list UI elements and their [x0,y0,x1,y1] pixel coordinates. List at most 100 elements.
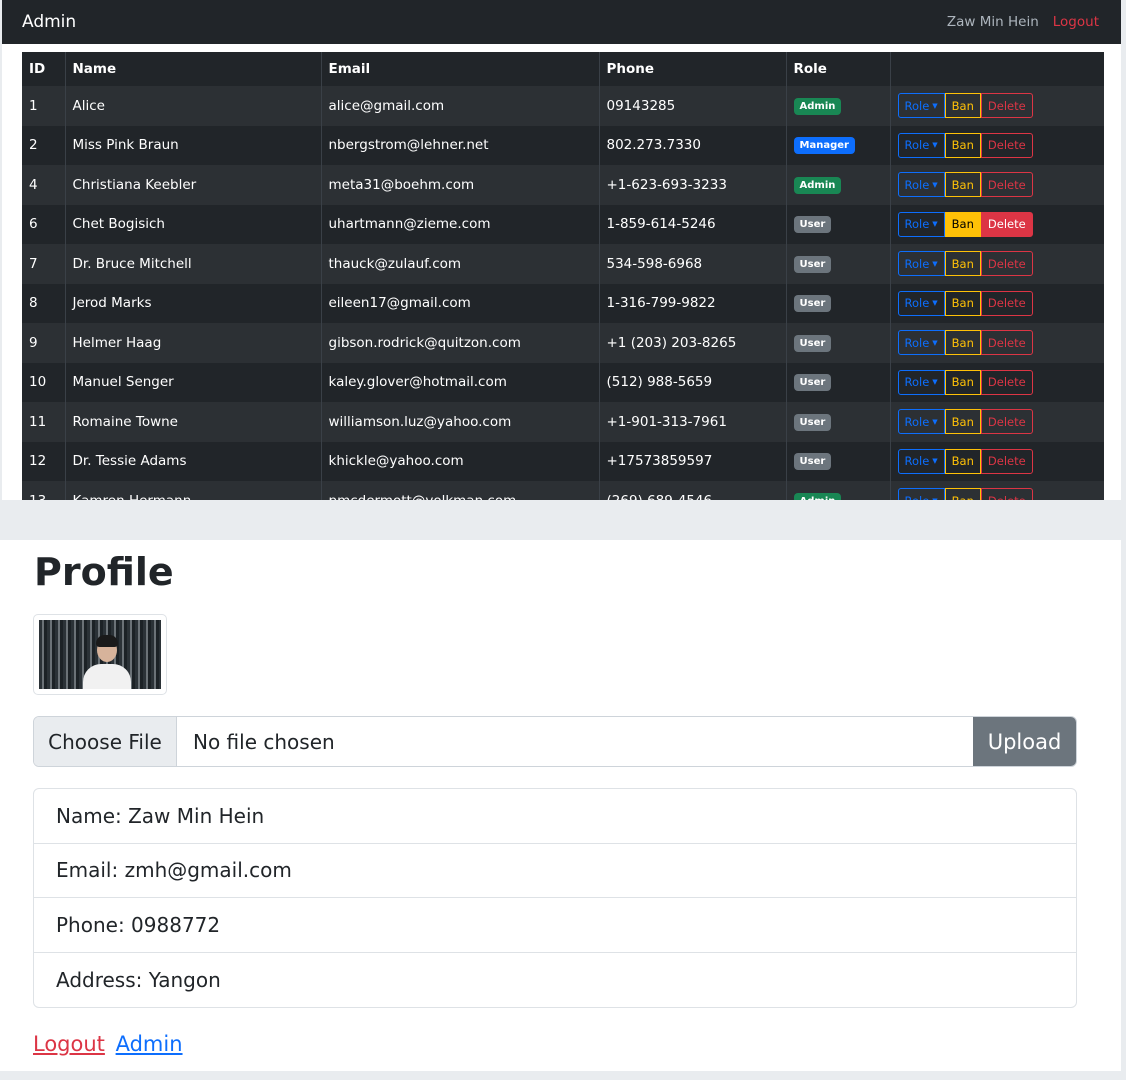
file-status-text[interactable]: No file chosen [177,717,973,766]
role-dropdown-button[interactable]: Role▼ [897,172,945,198]
column-header: Role [786,52,891,86]
delete-button[interactable]: Delete [980,369,1033,395]
cell-name: Kamren Hermann [65,481,322,500]
role-dropdown-button[interactable]: Role▼ [897,369,945,395]
caret-down-icon: ▼ [932,180,938,189]
row-actions: Role▼BanDelete [897,172,1033,198]
role-badge: Manager [793,137,855,155]
caret-down-icon: ▼ [932,497,937,500]
row-actions: Role▼BanDelete [897,488,1033,500]
choose-file-button[interactable]: Choose File [34,717,177,766]
role-dropdown-button[interactable]: Role▼ [897,132,945,158]
delete-button[interactable]: Delete [980,172,1033,198]
column-header: Name [65,52,322,86]
role-dropdown-button[interactable]: Role▼ [897,211,945,237]
cell-phone: (512) 988-5659 [599,362,787,402]
cell-role: Admin [786,165,891,205]
admin-panel: Admin Zaw Min Hein Logout ID Name Email Pho… [2,0,1121,500]
role-button-label: Role [904,335,930,350]
table-row: 10 Manuel Senger kaley.glover@hotmail.com(… [22,362,1104,402]
role-badge: Admin [793,97,842,115]
cell-name: Dr. Tessie Adams [65,441,322,481]
delete-button[interactable]: Delete [980,290,1033,316]
role-button-label: Role [904,217,930,232]
cell-role: User [786,323,891,363]
cell-email: williamson.luz@yahoo.com [321,402,600,442]
cell-actions: Role▼BanDelete [890,323,1104,363]
role-badge: User [793,334,832,352]
role-dropdown-button[interactable]: Role▼ [897,330,945,356]
role-dropdown-button[interactable]: Role▼ [897,488,945,500]
role-badge: User [793,255,832,273]
ban-button[interactable]: Ban [944,448,981,474]
table-row: 6 Chet Bogisich uhartmann@zieme.com 1-859-6… [22,204,1104,244]
role-badge: User [793,295,832,313]
delete-button[interactable]: Delete [980,330,1033,356]
ban-button[interactable]: Ban [944,251,981,277]
cell-id: 11 [22,402,66,442]
cell-name: Christiana Keebler [65,165,322,205]
column-header: Phone [599,52,787,86]
cell-phone: 534-598-6968 [599,244,787,284]
upload-button[interactable]: Upload [973,717,1076,766]
column-header [890,52,1104,86]
page-title: Profile [34,550,174,594]
table-header-row: ID Name Email Phone Role [22,52,1104,86]
cell-name: Romaine Towne [65,402,322,442]
role-button-label: Role [904,296,930,311]
cell-email: gibson.rodrick@quitzon.com [321,323,600,363]
ban-button[interactable]: Ban [944,290,981,316]
caret-down-icon: ▼ [932,457,938,466]
table-body: 1 Alice alice@gmail.com 09143285 Admin Role ▼ B… [22,86,1104,500]
caret-down-icon: ▼ [932,220,938,229]
delete-button[interactable]: Delete [980,93,1033,119]
role-dropdown-button[interactable]: Role▼ [897,448,945,474]
role-badge: User [793,216,832,234]
profile-links: Logout Admin [33,1032,183,1056]
ban-button[interactable]: Ban [944,369,981,395]
ban-button[interactable]: Ban [944,409,981,435]
row-actions: Role▼BanDelete [897,369,1033,395]
cell-actions: Role▼BanDelete [890,204,1104,244]
profile-address: Address: Yangon [56,967,221,992]
role-dropdown-button[interactable]: Role▼ [897,409,945,435]
cell-role: User [786,402,891,442]
cell-email: thauck@zulauf.com [321,244,600,284]
ban-button[interactable]: Ban [944,93,981,119]
role-badge: Admin [793,492,842,500]
delete-button[interactable]: Delete [980,488,1033,500]
cell-email: uhartmann@zieme.com [321,204,600,244]
delete-button[interactable]: Delete [980,132,1033,158]
role-dropdown-button[interactable]: Role▼ [897,93,945,119]
role-dropdown-button[interactable]: Role▼ [897,251,945,277]
file-upload-group: Choose File No file chosen Upload [33,716,1077,767]
role-button-label: Role [904,138,930,153]
row-actions: Role▼BanDelete [897,290,1033,316]
table-row: 4 Christiana Keebler meta31@boehm.com +1-62… [22,165,1104,205]
navbar-brand[interactable]: Admin [22,12,76,32]
row-actions: Role▼BanDelete [897,132,1033,158]
logout-link[interactable]: Logout [33,1032,105,1056]
role-dropdown-button[interactable]: Role▼ [897,290,945,316]
navbar-logout-link[interactable]: Logout [1053,14,1099,30]
delete-button[interactable]: Delete [980,448,1033,474]
ban-button[interactable]: Ban [944,132,981,158]
delete-button[interactable]: Delete [980,409,1033,435]
ban-button[interactable]: Ban [944,488,981,500]
ban-button[interactable]: Ban [944,330,981,356]
ban-button[interactable]: Ban [944,211,981,237]
delete-button[interactable]: Delete [980,251,1033,277]
cell-phone: +1 (203) 203-8265 [599,323,787,363]
role-button-label: Role [904,414,930,429]
cell-id: 8 [22,283,66,323]
profile-email: Email: zmh@gmail.com [34,844,1076,898]
delete-button[interactable]: Delete [980,211,1033,237]
cell-role: Manager [786,125,891,165]
ban-button[interactable]: Ban [944,172,981,198]
cell-role: Admin [786,481,891,500]
cell-actions: Role▼BanDelete [890,244,1104,284]
table-row: 11 Romaine Towne williamson.luz@yahoo.com +… [22,402,1104,442]
role-badge: User [793,453,832,471]
role-button-label: Role [904,98,930,113]
admin-link[interactable]: Admin [116,1032,183,1056]
